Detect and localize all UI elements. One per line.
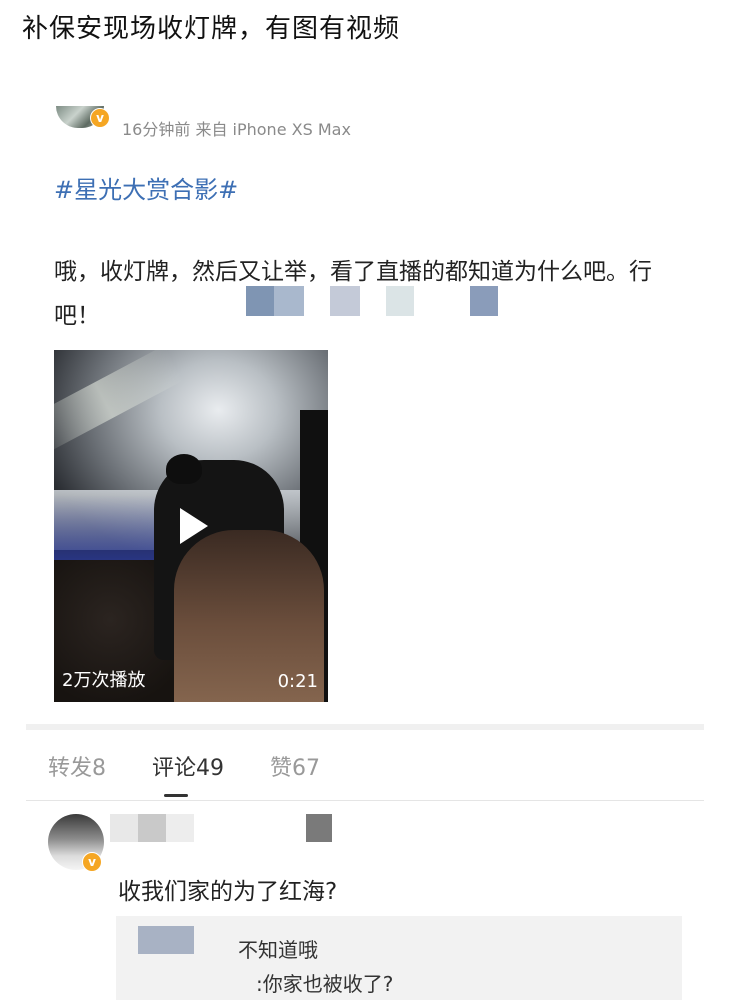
video-player[interactable]: 2万次播放 0:21: [54, 350, 328, 702]
blurred-mention: [230, 286, 510, 316]
tab-comments[interactable]: 评论49: [152, 750, 224, 782]
video-duration: 0:21: [277, 671, 318, 692]
interaction-tabs: 转发8 评论49 赞67: [48, 750, 648, 790]
active-tab-indicator: [164, 794, 188, 797]
reply-preview[interactable]: 不知道哦 :你家也被收了?: [116, 916, 682, 1000]
tab-reposts[interactable]: 转发8: [48, 750, 106, 782]
reply-text: :你家也被收了?: [256, 972, 394, 996]
video-frame-cap: [166, 454, 202, 484]
reply-author-blurred[interactable]: [138, 926, 194, 954]
topic-hashtag[interactable]: #星光大赏合影#: [54, 170, 238, 205]
section-divider: [26, 724, 704, 730]
headline: 补保安现场收灯牌，有图有视频: [22, 14, 401, 44]
verified-badge-icon: v: [90, 108, 110, 128]
video-view-count: 2万次播放: [62, 670, 146, 691]
tab-likes[interactable]: 赞67: [270, 750, 320, 782]
commenter-name-blurred[interactable]: [110, 814, 340, 844]
post-meta: 16分钟前 来自 iPhone XS Max: [122, 120, 351, 139]
tabs-divider: [26, 800, 704, 801]
reply-text: 不知道哦: [238, 938, 318, 962]
post-header: v 16分钟前 来自 iPhone XS Max: [56, 106, 456, 139]
comment-text: 收我们家的为了红海?: [118, 879, 338, 905]
commenter-verified-badge-icon: v: [82, 852, 102, 872]
play-icon[interactable]: [180, 508, 208, 544]
